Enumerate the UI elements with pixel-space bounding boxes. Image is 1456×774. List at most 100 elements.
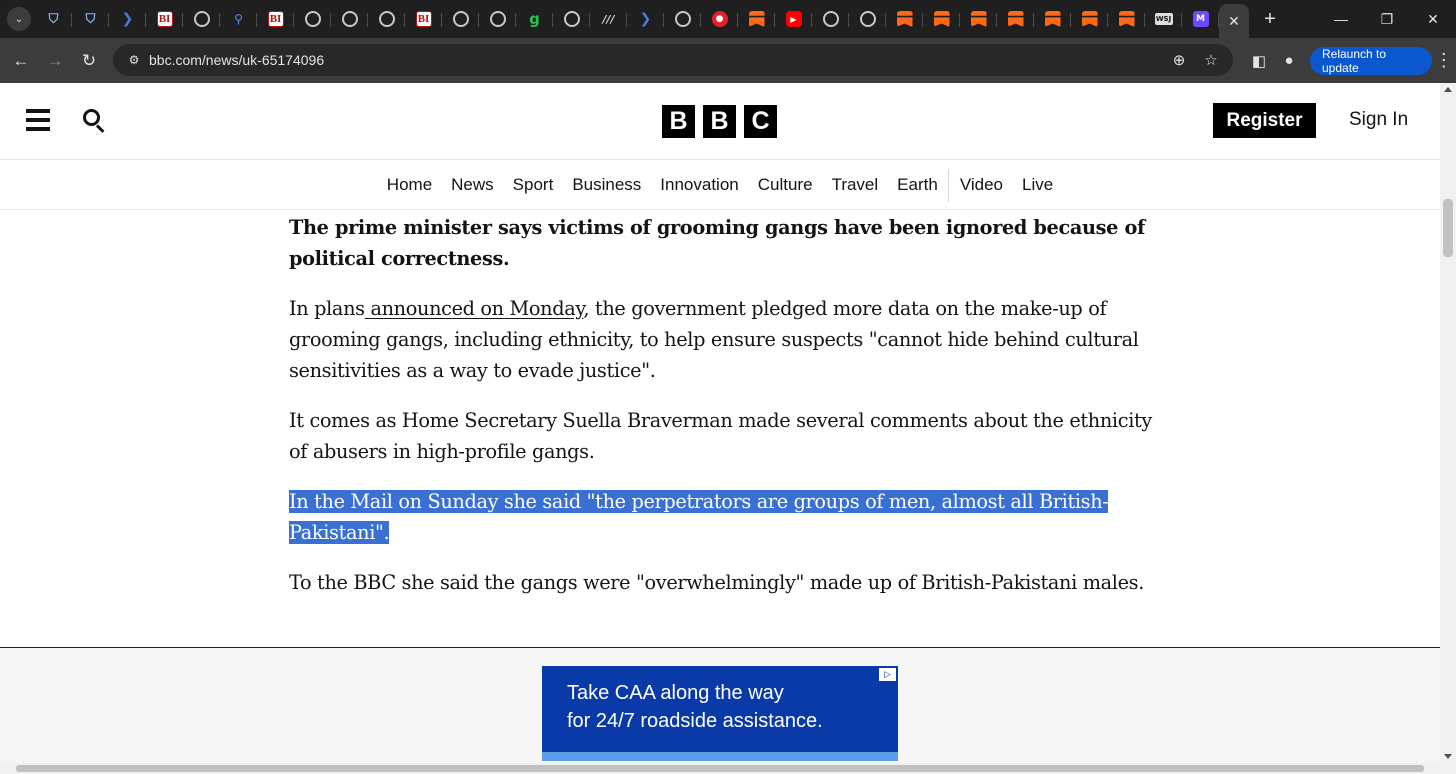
highlighted-paragraph[interactable]: In the Mail on Sunday she said "the perp… <box>289 486 1159 548</box>
scroll-down-icon[interactable] <box>1444 754 1452 759</box>
advertisement[interactable]: Take CAA along the way for 24/7 roadside… <box>542 666 898 761</box>
globe-icon <box>304 11 321 27</box>
paragraph-text: In plans <box>289 297 365 320</box>
nav-item-sport[interactable]: Sport <box>503 175 563 195</box>
nav-item-live[interactable]: Live <box>1013 175 1063 195</box>
nav-item-business[interactable]: Business <box>563 175 651 195</box>
browser-tab[interactable] <box>1034 4 1071 34</box>
arrow-icon: ❯ <box>639 11 652 27</box>
browser-tab[interactable]: BI <box>405 4 442 34</box>
more-menu-icon[interactable]: ⋮ <box>1432 50 1456 71</box>
back-icon[interactable]: ← <box>4 51 38 71</box>
browser-tab[interactable]: ❯ <box>627 4 664 34</box>
browser-tab[interactable] <box>368 4 405 34</box>
browser-tab[interactable] <box>553 4 590 34</box>
scroll-up-icon[interactable] <box>1444 87 1452 92</box>
nav-item-earth[interactable]: Earth <box>888 175 948 195</box>
nav-item-culture[interactable]: Culture <box>748 175 822 195</box>
browser-tab[interactable]: ⚲ <box>220 4 257 34</box>
globe-icon <box>452 11 469 27</box>
ad-stripe <box>542 752 898 761</box>
browser-tab[interactable] <box>886 4 923 34</box>
tab-list: ⛉ ⛉ ❯ BI ⚲ BI BI g /// ❯ ● ▶ WSJ M <box>35 4 1219 34</box>
sign-in-link[interactable]: Sign In <box>1349 109 1408 131</box>
search-icon[interactable] <box>83 109 107 133</box>
address-bar[interactable]: ⚙ bbc.com/news/uk-65174096 ⊕ ☆ <box>113 44 1233 76</box>
browser-tab[interactable]: ▶ <box>775 4 812 34</box>
browser-tab[interactable] <box>960 4 997 34</box>
announced-link[interactable]: announced on Monday <box>365 297 583 320</box>
bookmark-star-icon[interactable]: ☆ <box>1195 51 1227 69</box>
selected-text[interactable]: Pakistani". <box>289 521 390 544</box>
close-window-icon[interactable]: ✕ <box>1410 11 1456 28</box>
bbc-header: B B C Register Sign In <box>0 83 1440 160</box>
tab-search-button[interactable]: ⌄ <box>7 7 31 31</box>
browser-tab[interactable] <box>812 4 849 34</box>
globe-icon <box>378 11 395 27</box>
browser-tab[interactable]: ❯ <box>109 4 146 34</box>
browser-tab[interactable] <box>1071 4 1108 34</box>
browser-tab[interactable]: M <box>1182 4 1219 34</box>
browser-tab[interactable] <box>664 4 701 34</box>
browser-tab[interactable] <box>183 4 220 34</box>
nav-item-travel[interactable]: Travel <box>822 175 888 195</box>
profile-icon[interactable]: ● <box>1274 52 1304 69</box>
browser-tab[interactable]: ● <box>701 4 738 34</box>
shield-icon: ⛉ <box>48 11 59 27</box>
nav-item-home[interactable]: Home <box>377 175 441 195</box>
horizontal-scroll-thumb[interactable] <box>16 765 1424 772</box>
register-button[interactable]: Register <box>1213 103 1316 138</box>
zoom-icon[interactable]: ⊕ <box>1163 51 1195 69</box>
browser-tab[interactable]: g <box>516 4 553 34</box>
forward-icon[interactable]: → <box>38 51 72 71</box>
browser-tab[interactable]: BI <box>146 4 183 34</box>
substack-icon <box>1007 11 1024 27</box>
side-panel-icon[interactable]: ◧ <box>1244 52 1274 70</box>
vertical-scrollbar[interactable] <box>1440 83 1456 763</box>
nav-item-news[interactable]: News <box>442 175 504 195</box>
globe-icon <box>859 11 876 27</box>
ad-band: Take CAA along the way for 24/7 roadside… <box>0 647 1440 763</box>
browser-tab[interactable] <box>442 4 479 34</box>
adchoices-icon[interactable]: ▷ <box>879 668 896 681</box>
browser-tab[interactable] <box>294 4 331 34</box>
g-icon: g <box>529 10 540 28</box>
browser-tab[interactable] <box>331 4 368 34</box>
selected-text[interactable]: In the Mail on Sunday she said "the perp… <box>289 490 1109 513</box>
substack-icon <box>1044 11 1061 27</box>
minimize-icon[interactable]: — <box>1318 11 1364 27</box>
article-body: The prime minister says victims of groom… <box>289 211 1159 617</box>
browser-tab[interactable]: ⛉ <box>72 4 109 34</box>
bbc-logo[interactable]: B B C <box>662 105 785 138</box>
mic-icon: ● <box>711 11 728 27</box>
browser-tab[interactable]: ⛉ <box>35 4 72 34</box>
browser-tab[interactable]: /// <box>590 4 627 34</box>
logo-letter: B <box>703 105 736 138</box>
nav-item-innovation[interactable]: Innovation <box>651 175 748 195</box>
browser-tab[interactable] <box>738 4 775 34</box>
wsj-icon: WSJ <box>1154 13 1173 25</box>
url-text[interactable]: bbc.com/news/uk-65174096 <box>149 52 324 68</box>
scroll-thumb[interactable] <box>1443 199 1453 257</box>
browser-tab[interactable] <box>923 4 960 34</box>
browser-tab[interactable] <box>1108 4 1145 34</box>
close-tab-icon[interactable]: ✕ <box>1228 13 1240 30</box>
restore-icon[interactable]: ❐ <box>1364 11 1410 28</box>
relaunch-button[interactable]: Relaunch to update <box>1310 46 1432 75</box>
horizontal-scrollbar[interactable] <box>0 763 1456 774</box>
browser-tab[interactable] <box>479 4 516 34</box>
active-tab[interactable]: ✕ <box>1219 4 1249 38</box>
browser-tab[interactable]: BI <box>257 4 294 34</box>
logo-letter: C <box>744 105 777 138</box>
menu-icon[interactable] <box>26 109 50 131</box>
browser-tab[interactable] <box>997 4 1034 34</box>
article-paragraph: In plans announced on Monday, the govern… <box>289 293 1159 386</box>
nav-item-video[interactable]: Video <box>950 175 1012 195</box>
youtube-icon: ▶ <box>785 11 802 27</box>
reload-icon[interactable]: ↻ <box>72 51 106 71</box>
site-settings-icon[interactable]: ⚙ <box>121 53 147 67</box>
substack-icon <box>933 11 950 27</box>
browser-tab[interactable] <box>849 4 886 34</box>
browser-tab[interactable]: WSJ <box>1145 4 1182 34</box>
new-tab-button[interactable]: + <box>1255 8 1285 31</box>
